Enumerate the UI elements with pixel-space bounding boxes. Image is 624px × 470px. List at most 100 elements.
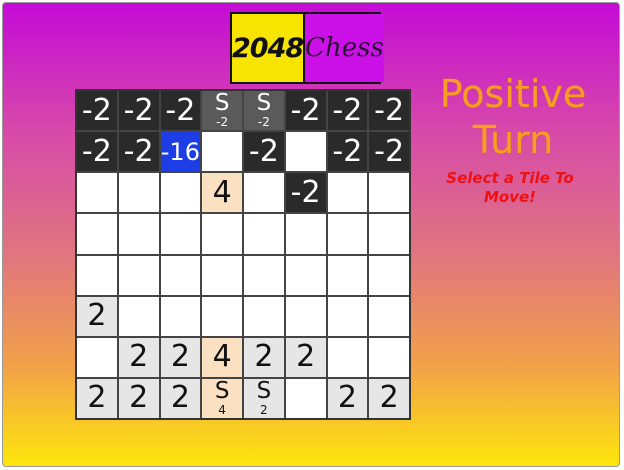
board-cell[interactable] xyxy=(369,214,409,254)
board-cell[interactable] xyxy=(118,296,159,336)
board-cell[interactable]: 2 xyxy=(244,337,284,377)
board-cell[interactable]: S -2 xyxy=(244,91,284,131)
tile-subvalue: 4 xyxy=(218,403,226,417)
game-board: -2 -2 -2 S -2 S -2 -2 -2 -2 -2 -2 -16 -2 -2 -2 4 -2 2 2 2 4 2 2… xyxy=(75,89,411,420)
board-cell[interactable] xyxy=(202,296,242,336)
board-cell[interactable] xyxy=(118,173,159,213)
tile-value: 2 xyxy=(254,339,274,375)
board-cell[interactable]: 2 xyxy=(327,378,368,418)
board-cell[interactable] xyxy=(369,173,409,213)
tile-value: -2 xyxy=(332,133,363,169)
tile-value: 2 xyxy=(379,380,399,416)
board-cell[interactable]: -2 xyxy=(327,91,368,131)
tile-value: -2 xyxy=(332,92,363,128)
board-cell[interactable]: -2 xyxy=(327,132,368,172)
board-cell[interactable] xyxy=(369,296,409,336)
tile-value: -16 xyxy=(160,137,200,166)
board-cell[interactable]: -2 xyxy=(369,132,409,172)
board-cell[interactable] xyxy=(327,337,368,377)
tile-value: 2 xyxy=(170,380,190,416)
turn-status-hint: Select a Tile To Move! xyxy=(446,169,574,206)
board-cell[interactable]: S2 xyxy=(244,378,284,418)
board-cell[interactable]: -2 xyxy=(118,91,159,131)
tile-value: 2 xyxy=(129,339,149,375)
tile-value: 2 xyxy=(87,380,107,416)
tile-value: 2 xyxy=(170,339,190,375)
board-cell[interactable] xyxy=(244,214,284,254)
board-cell[interactable]: 2 xyxy=(77,378,117,418)
board-cell[interactable] xyxy=(285,132,326,172)
board-cell[interactable]: -2 xyxy=(77,132,117,172)
tile-symbol: S xyxy=(256,378,272,404)
tile-subvalue: 2 xyxy=(260,403,268,417)
logo-2048-text: 2048 xyxy=(232,14,306,82)
board-cell[interactable]: 4 xyxy=(202,173,242,213)
board-cell[interactable] xyxy=(327,255,368,295)
tile-value: 2 xyxy=(129,380,149,416)
tile-value: -2 xyxy=(81,133,112,169)
tile-value: -2 xyxy=(248,133,279,169)
game-logo: 2048 Chess xyxy=(230,12,384,84)
tile-value: -2 xyxy=(165,92,196,128)
logo-chess-text: Chess xyxy=(305,14,384,82)
tile-value: -2 xyxy=(374,133,405,169)
tile-value: -2 xyxy=(81,92,112,128)
board-cell[interactable]: S4 xyxy=(202,378,242,418)
board-cell[interactable] xyxy=(244,296,284,336)
board-cell[interactable]: 4 xyxy=(202,337,242,377)
board-cell[interactable]: -2 xyxy=(369,91,409,131)
tile-value: 2 xyxy=(337,380,357,416)
board-cell[interactable]: 2 xyxy=(160,378,201,418)
board-cell[interactable] xyxy=(118,255,159,295)
tile-value: 4 xyxy=(212,174,232,210)
board-cell[interactable]: 2 xyxy=(118,337,159,377)
tile-value: 2 xyxy=(296,339,316,375)
board-cell[interactable] xyxy=(160,173,201,213)
tile-value: -2 xyxy=(374,92,405,128)
board-cell[interactable]: S -2 xyxy=(202,91,242,131)
board-cell[interactable] xyxy=(77,337,117,377)
board-cell[interactable]: -2 xyxy=(244,132,284,172)
board-cell[interactable]: 2 xyxy=(285,337,326,377)
board-cell[interactable] xyxy=(327,173,368,213)
board-cell[interactable] xyxy=(202,214,242,254)
tile-symbol: S xyxy=(214,91,230,116)
board-cell[interactable]: -2 xyxy=(118,132,159,172)
tile-value: 2 xyxy=(87,298,107,334)
board-cell[interactable] xyxy=(202,255,242,295)
board-cell[interactable] xyxy=(77,214,117,254)
tile-symbol: S xyxy=(256,91,272,116)
board-cell[interactable] xyxy=(160,255,201,295)
board-cell[interactable] xyxy=(160,296,201,336)
board-cell[interactable]: -16 xyxy=(160,132,201,172)
board-cell[interactable]: 2 xyxy=(160,337,201,377)
board-cell[interactable] xyxy=(118,214,159,254)
game-window: 2048 Chess Positive Turn Select a Tile T… xyxy=(2,2,620,467)
board-cell[interactable] xyxy=(202,132,242,172)
board-cell[interactable] xyxy=(160,214,201,254)
board-cell[interactable] xyxy=(77,173,117,213)
board-cell[interactable] xyxy=(285,214,326,254)
board-cell[interactable]: 2 xyxy=(118,378,159,418)
board-cell[interactable] xyxy=(327,296,368,336)
board-cell[interactable] xyxy=(244,255,284,295)
board-cell[interactable] xyxy=(244,173,284,213)
board-cell[interactable] xyxy=(77,255,117,295)
board-cell[interactable] xyxy=(327,214,368,254)
board-cell[interactable]: -2 xyxy=(160,91,201,131)
tile-symbol: S xyxy=(214,378,230,404)
tile-value: 4 xyxy=(212,339,232,375)
tile-subvalue: -2 xyxy=(257,115,270,130)
tile-value: -2 xyxy=(123,92,154,128)
board-cell[interactable]: -2 xyxy=(285,173,326,213)
board-cell[interactable] xyxy=(369,337,409,377)
board-cell[interactable] xyxy=(285,296,326,336)
tile-subvalue: -2 xyxy=(216,115,229,130)
board-cell[interactable]: -2 xyxy=(285,91,326,131)
board-cell[interactable] xyxy=(285,255,326,295)
board-cell[interactable] xyxy=(369,255,409,295)
board-cell[interactable] xyxy=(285,378,326,418)
board-cell[interactable]: -2 xyxy=(77,91,117,131)
board-cell[interactable]: 2 xyxy=(369,378,409,418)
board-cell[interactable]: 2 xyxy=(77,296,117,336)
